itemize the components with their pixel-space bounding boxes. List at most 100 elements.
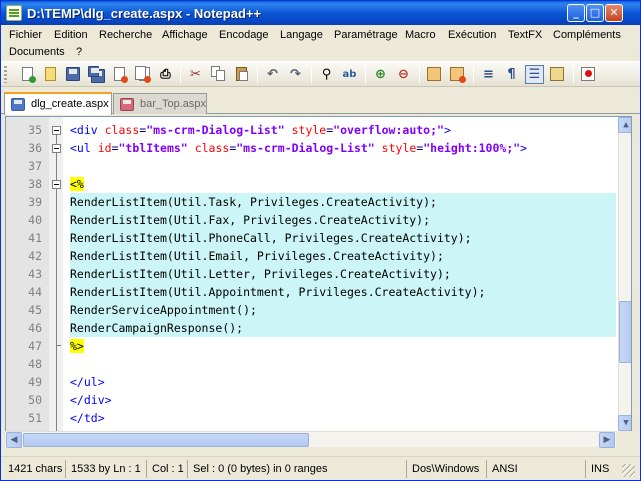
close-all-icon[interactable] [134,66,151,83]
code-line[interactable]: 36 <ul id="tblItems" class="ms-crm-Dialog… [6,139,616,157]
menu-recherche[interactable]: Recherche [96,27,155,43]
code-line[interactable]: 42 RenderListItem(Util.Email, Privileges.… [6,247,616,265]
menu-textfx[interactable]: TextFX [505,27,545,43]
show-all-chars-icon[interactable]: ¶ [503,66,520,83]
line-number: 45 [28,303,42,317]
code-token: RenderListItem(Util.Fax, Privileges.Crea… [70,213,431,227]
toolbar-grip[interactable] [4,66,7,83]
tab-dlg-create[interactable]: dlg_create.aspx [4,92,112,115]
save-icon[interactable] [65,66,82,83]
tab-bar-top[interactable]: bar_Top.aspx [113,93,207,114]
code-token: > [520,141,528,155]
vertical-scrollbar[interactable]: ▲ ▼ [618,117,631,431]
sync-vertical-icon[interactable] [426,66,443,83]
indent-guide-icon[interactable]: ☰ [525,65,544,84]
menu-documents[interactable]: Documents [6,44,68,60]
scroll-down-button[interactable]: ▼ [618,415,631,431]
code-line[interactable]: 39 RenderListItem(Util.Task, Privileges.C… [6,193,616,211]
user-language-icon[interactable] [549,66,566,83]
save-all-icon[interactable] [88,66,105,83]
horizontal-scroll-thumb[interactable] [23,433,309,447]
window-title: D:\TEMP\dlg_create.aspx - Notepad++ [27,6,262,21]
code-token: = [111,141,119,155]
find-icon[interactable]: ⚲ [318,66,335,83]
horizontal-scrollbar[interactable]: ◀ ▶ [5,431,616,448]
sync-horizontal-icon[interactable] [449,66,466,83]
new-file-icon[interactable] [19,66,36,83]
menu-parametrage[interactable]: Paramétrage [331,27,401,43]
notepad-plus-plus-icon[interactable] [6,5,22,21]
toolbar-separator [419,66,420,83]
code-line[interactable]: 40 RenderListItem(Util.Fax, Privileges.Cr… [6,211,616,229]
code-line[interactable]: 45 RenderServiceAppointment(); [6,301,616,319]
record-macro-icon[interactable] [580,66,597,83]
code-token: "height:100%;" [423,141,521,155]
maximize-button[interactable]: □ [586,4,604,22]
line-number: 40 [28,213,42,227]
code-token: <% [70,177,84,191]
code-token: RenderListItem(Util.Email, Privileges.Cr… [70,249,444,263]
code-line[interactable]: 38 <% [6,175,616,193]
scroll-left-button[interactable]: ◀ [6,432,22,448]
print-icon[interactable]: ⎙ [157,66,174,83]
zoom-in-icon[interactable]: ⊕ [372,66,389,83]
code-text: RenderListItem(Util.Appointment, Privile… [70,283,616,301]
code-text: <div class="ms-crm-Dialog-List" style="o… [70,121,616,139]
cut-icon[interactable]: ✂ [187,66,204,83]
copy-icon[interactable] [210,66,227,83]
code-line[interactable]: 47 %> [6,337,616,355]
code-line[interactable]: 35 <div class="ms-crm-Dialog-List" style=… [6,121,616,139]
code-line[interactable]: 41 RenderListItem(Util.PhoneCall, Privile… [6,229,616,247]
fold-toggle-icon[interactable] [52,180,61,189]
vertical-scroll-thumb[interactable] [619,301,631,363]
replace-icon[interactable]: ab [341,66,358,83]
toolbar-separator [311,66,312,83]
menu-edition[interactable]: Edition [51,27,91,43]
scroll-right-button[interactable]: ▶ [599,432,615,448]
code-text: RenderListItem(Util.Letter, Privileges.C… [70,265,616,283]
close-button[interactable]: ✕ [605,4,623,22]
menu-langage[interactable]: Langage [277,27,326,43]
status-selection: Sel : 0 (0 bytes) in 0 ranges [187,460,328,478]
title-bar[interactable]: D:\TEMP\dlg_create.aspx - Notepad++ _ □ … [1,1,640,25]
code-line[interactable]: 48 [6,355,616,373]
line-number: 49 [28,375,42,389]
code-token: id [97,141,112,155]
code-line[interactable]: 51 </td> [6,409,616,427]
menu-complements[interactable]: Compléments [550,27,624,43]
code-token: "ms-crm-Dialog-List" [146,123,285,137]
code-line[interactable]: 46 RenderCampaignResponse(); [6,319,616,337]
menu-macro[interactable]: Macro [402,27,439,43]
code-line[interactable]: 44 RenderListItem(Util.Appointment, Privi… [6,283,616,301]
code-line[interactable]: 37 [6,157,616,175]
menu-bar: Fichier Edition Recherche Affichage Enco… [1,25,640,61]
word-wrap-icon[interactable]: ≡ [480,66,497,83]
code-token: "overflow:auto;" [333,123,444,137]
menu-execution[interactable]: Exécution [445,27,499,43]
menu-affichage[interactable]: Affichage [159,27,211,43]
menu-help[interactable]: ? [73,44,85,60]
resize-grip[interactable] [622,464,635,477]
scroll-up-button[interactable]: ▲ [618,117,631,133]
minimize-button[interactable]: _ [567,4,585,22]
fold-toggle-icon[interactable] [52,144,61,153]
menu-fichier[interactable]: Fichier [6,27,45,43]
fold-toggle-icon[interactable] [52,126,61,135]
code-line[interactable]: 43 RenderListItem(Util.Letter, Privileges… [6,265,616,283]
code-line[interactable]: 49 </ul> [6,373,616,391]
paste-icon[interactable] [233,66,250,83]
code-line[interactable]: 50 </div> [6,391,616,409]
close-icon[interactable] [111,66,128,83]
menu-encodage[interactable]: Encodage [216,27,272,43]
code-text: </td> [70,409,616,427]
undo-icon[interactable]: ↶ [264,66,281,83]
redo-icon[interactable]: ↷ [287,66,304,83]
toolbar-separator [180,66,181,83]
code-text: <% [70,175,616,193]
open-file-icon[interactable] [42,66,59,83]
zoom-out-icon[interactable]: ⊖ [395,66,412,83]
code-token: style [291,123,327,137]
code-editor[interactable]: 35 <div class="ms-crm-Dialog-List" style=… [5,116,632,432]
